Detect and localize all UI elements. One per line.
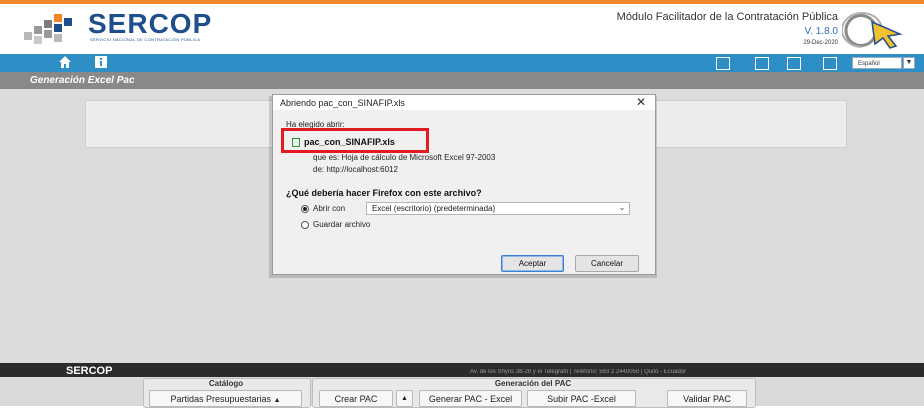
caret-up-icon[interactable]: ▲ — [396, 390, 413, 407]
action-question: ¿Qué debería hacer Firefox con este arch… — [286, 188, 482, 198]
open-with-label[interactable]: Abrir con — [313, 204, 345, 213]
calendar-icon[interactable] — [823, 57, 837, 70]
open-with-select[interactable]: Excel (escritorio) (predeterminada) — [366, 202, 630, 215]
info-icon[interactable] — [92, 56, 110, 72]
accept-button[interactable]: Aceptar — [501, 255, 564, 272]
partidas-presupuestarias-button[interactable]: Partidas Presupuestarias ▲ — [149, 390, 302, 407]
chevron-down-icon[interactable]: ⌄ — [614, 202, 630, 215]
sercop-logo-mark-icon — [24, 14, 72, 44]
nav-bar — [0, 54, 924, 72]
file-type-info: que es: Hoja de cálculo de Microsoft Exc… — [313, 153, 496, 162]
catalog-group-title: Catálogo — [208, 379, 244, 388]
footer-logo: SERCOP — [66, 365, 113, 377]
version-label: V. 1.8.0 — [804, 26, 838, 37]
window-alt-icon[interactable] — [755, 57, 769, 70]
section-title: Generación Excel Pac — [30, 75, 135, 86]
generar-pac-excel-button[interactable]: Generar PAC - Excel — [419, 390, 522, 407]
crear-pac-button[interactable]: Crear PAC — [319, 390, 393, 407]
language-select[interactable]: Español — [852, 57, 902, 69]
save-file-radio[interactable] — [301, 221, 309, 229]
file-highlight-box — [281, 128, 429, 153]
pac-group-title: Generación del PAC — [494, 379, 572, 388]
chevron-down-icon[interactable]: ▼ — [903, 57, 915, 69]
validar-pac-button[interactable]: Validar PAC — [667, 390, 747, 407]
home-icon[interactable] — [56, 55, 74, 71]
radio-selected-dot — [303, 207, 307, 211]
partidas-label: Partidas Presupuestarias — [170, 394, 272, 404]
facilitator-logo-icon — [842, 12, 903, 49]
window-icon[interactable] — [716, 57, 730, 70]
module-title: Módulo Facilitador de la Contratación Pú… — [616, 11, 838, 23]
cancel-button[interactable]: Cancelar — [575, 255, 639, 272]
document-icon[interactable] — [787, 57, 801, 70]
caret-up-icon: ▲ — [273, 397, 281, 404]
close-icon[interactable]: ✕ — [634, 95, 648, 109]
dialog-title: Abriendo pac_con_SINAFIP.xls — [280, 98, 405, 108]
date-label: 29-Dec-2020 — [803, 40, 838, 46]
subir-pac-excel-button[interactable]: Subir PAC -Excel — [527, 390, 636, 407]
footer-address: Av. de los Shyris 38-28 y el Telégrafo |… — [470, 369, 687, 375]
sercop-logo-text: SERCOP — [88, 8, 213, 39]
file-source-info: de: http://localhost:6012 — [313, 165, 398, 174]
save-file-label[interactable]: Guardar archivo — [313, 220, 370, 229]
section-bar — [0, 72, 924, 89]
sercop-logo-subtitle: SERVICIO NACIONAL DE CONTRATACIÓN PÚBLIC… — [90, 37, 201, 42]
